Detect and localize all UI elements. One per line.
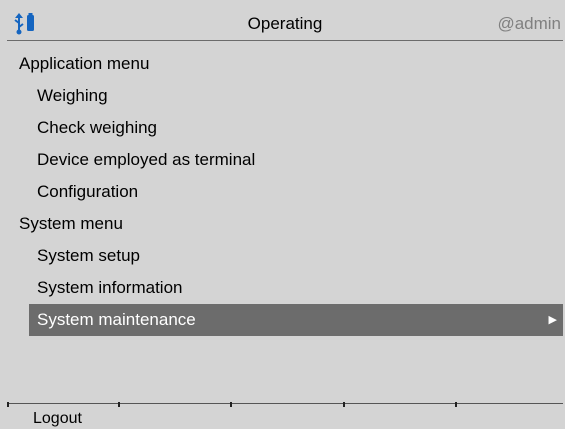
menu-item-device-terminal[interactable]: Device employed as terminal: [7, 144, 563, 176]
softkey-3[interactable]: [230, 402, 342, 429]
screen-title: Operating: [247, 14, 323, 33]
menu-section-application: Application menu: [19, 54, 150, 73]
menu-item-label: System maintenance: [37, 310, 196, 329]
menu-item-system-setup[interactable]: System setup: [7, 240, 563, 272]
menu-item-system-maintenance[interactable]: System maintenance ▶: [29, 304, 563, 336]
softkey-divider: [7, 402, 9, 407]
softkey-divider: [343, 402, 345, 407]
softkey-5[interactable]: [455, 402, 563, 429]
logout-softkey-label: Logout: [33, 410, 82, 427]
menu-section-system: System menu: [19, 214, 123, 233]
softkey-divider: [455, 402, 457, 407]
logged-in-user: @admin: [497, 14, 561, 33]
status-bar: Operating @admin: [7, 6, 563, 41]
softkey-bar: Logout: [7, 402, 563, 429]
chevron-right-icon: ▶: [548, 314, 557, 326]
softkey-divider: [230, 402, 232, 407]
softkey-divider: [118, 402, 120, 407]
softkey-4[interactable]: [343, 402, 455, 429]
softkey-2[interactable]: [118, 402, 230, 429]
menu-item-system-information[interactable]: System information: [7, 272, 563, 304]
softkey-1[interactable]: Logout: [7, 402, 119, 429]
menu-item-weighing[interactable]: Weighing: [7, 80, 563, 112]
menu-item-configuration[interactable]: Configuration: [7, 176, 563, 208]
menu-item-check-weighing[interactable]: Check weighing: [7, 112, 563, 144]
main-menu: Application menu Weighing Check weighing…: [7, 48, 563, 336]
